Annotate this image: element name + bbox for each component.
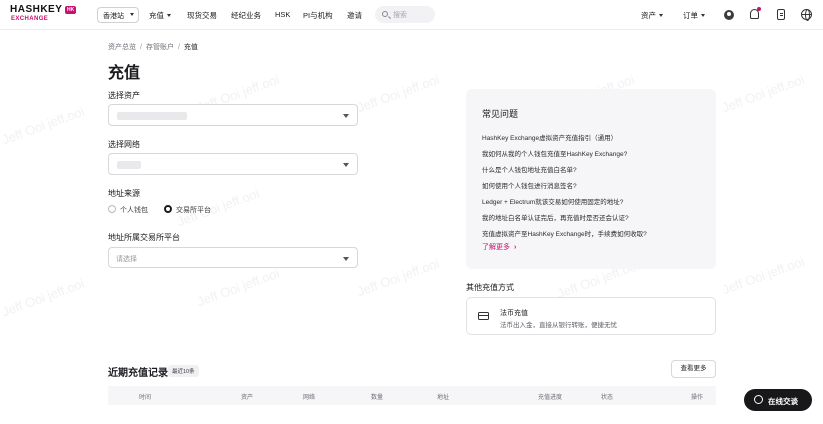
logo-badge: HK xyxy=(65,6,77,14)
top-navbar: HASHKEY EXCHANGE HK 香港站 充值 现货交易 经纪业务 HSK… xyxy=(0,0,823,30)
learn-more-link[interactable]: 了解更多 › xyxy=(482,242,516,252)
credit-card-icon xyxy=(478,312,489,320)
faq-item[interactable]: 如何使用个人钱包进行消息签名? xyxy=(482,180,577,190)
site-selector[interactable]: 香港站 xyxy=(97,7,139,23)
recent-deposits-title: 近期充值记录 xyxy=(108,368,168,379)
nav-assets-label: 资产 xyxy=(641,11,656,20)
watermark-7: Jeff Ooi jeff.ooi xyxy=(0,275,87,320)
nav-assets[interactable]: 资产 xyxy=(641,10,663,21)
radio-exchange-platform-label: 交易所平台 xyxy=(176,207,211,214)
radio-personal-wallet[interactable]: 个人钱包 xyxy=(108,205,148,215)
nav-institutions[interactable]: PI与机构 xyxy=(303,10,333,21)
network-select-value-blurred xyxy=(117,161,141,169)
document-icon[interactable] xyxy=(777,9,785,20)
radio-exchange-platform[interactable]: 交易所平台 xyxy=(164,205,211,215)
fiat-deposit-card[interactable]: 法币充值 法币出入金，直接从银行转账，便捷无忧 xyxy=(466,297,716,335)
fiat-deposit-description: 法币出入金，直接从银行转账，便捷无忧 xyxy=(500,322,617,329)
nav-brokerage[interactable]: 经纪业务 xyxy=(231,10,261,21)
user-avatar-icon[interactable] xyxy=(724,10,734,20)
breadcrumb-current: 充值 xyxy=(183,44,198,51)
nav-invite[interactable]: 邀请 xyxy=(347,10,362,21)
radio-checked-icon xyxy=(164,205,172,213)
chevron-right-icon: › xyxy=(513,244,517,251)
site-selector-label: 香港站 xyxy=(103,13,124,20)
recent-count-badge: 最近10条 xyxy=(168,365,199,377)
asset-select[interactable] xyxy=(108,104,358,126)
faq-title: 常见问题 xyxy=(482,109,519,119)
breadcrumb: 资产总览 / 存管账户 / 充值 xyxy=(108,42,198,52)
column-header-address: 地址 xyxy=(437,395,450,401)
logo-subtext: EXCHANGE xyxy=(11,16,49,22)
chat-bubble-icon xyxy=(754,395,763,404)
platform-label: 地址所属交易所平台 xyxy=(108,233,180,242)
learn-more-label: 了解更多 xyxy=(482,244,510,251)
column-header-action: 操作 xyxy=(691,395,704,401)
breadcrumb-custody-account[interactable]: 存管账户 xyxy=(146,44,174,51)
faq-item[interactable]: HashKey Exchange虚拟资产充值指引（通用） xyxy=(482,132,617,142)
search-icon xyxy=(382,11,388,17)
radio-personal-wallet-label: 个人钱包 xyxy=(120,207,148,214)
faq-item[interactable]: 我如何从我的个人钱包充值至HashKey Exchange? xyxy=(482,148,627,158)
view-more-button[interactable]: 查看更多 xyxy=(671,360,716,378)
nav-deposit-label: 充值 xyxy=(149,11,164,20)
faq-item[interactable]: Ledger + Electrum就该交易如何使用固定的地址? xyxy=(482,196,623,206)
nav-hsk[interactable]: HSK xyxy=(275,10,290,19)
globe-icon[interactable] xyxy=(801,9,812,21)
notification-dot xyxy=(757,7,761,11)
faq-item[interactable]: 我的地址白名单认证完后，再充值时是否还会认证? xyxy=(482,212,629,222)
column-header-progress: 充值进度 xyxy=(538,395,563,401)
watermark-5: Jeff Ooi jeff.ooi xyxy=(720,71,807,116)
platform-select-placeholder: 请选择 xyxy=(116,256,137,263)
nav-spot-trading[interactable]: 现货交易 xyxy=(187,10,217,21)
faq-item[interactable]: 什么是个人钱包地址充值白名单? xyxy=(482,164,577,174)
faq-panel: 常见问题 HashKey Exchange虚拟资产充值指引（通用） 我如何从我的… xyxy=(466,89,716,269)
records-table-header: 时间 资产 网络 数量 地址 充值进度 状态 操作 xyxy=(108,386,716,405)
breadcrumb-separator: / xyxy=(140,44,142,51)
online-chat-button[interactable]: 在线交谈 xyxy=(744,389,812,411)
nav-deposit[interactable]: 充值 xyxy=(149,10,171,21)
watermark-8: Jeff Ooi jeff.ooi xyxy=(195,265,282,310)
search-input[interactable]: 搜索 xyxy=(375,6,435,23)
column-header-network: 网络 xyxy=(303,395,316,401)
chevron-down-icon xyxy=(701,14,705,17)
chevron-down-icon xyxy=(343,163,349,167)
column-header-time: 时间 xyxy=(139,395,152,401)
page-title: 充值 xyxy=(108,65,141,82)
search-placeholder: 搜索 xyxy=(393,12,407,19)
watermark-11: Jeff Ooi jeff.ooi xyxy=(720,253,807,298)
column-header-amount: 数量 xyxy=(371,395,384,401)
watermark-1: Jeff Ooi jeff.ooi xyxy=(0,103,87,148)
asset-select-value-blurred xyxy=(117,112,187,120)
nav-orders[interactable]: 订单 xyxy=(683,10,705,21)
breadcrumb-assets-overview[interactable]: 资产总览 xyxy=(108,44,136,51)
platform-select[interactable]: 请选择 xyxy=(108,247,358,268)
hashkey-logo[interactable]: HASHKEY EXCHANGE HK xyxy=(10,5,80,25)
faq-item[interactable]: 充值虚拟资产至HashKey Exchange时，手续费如何收取? xyxy=(482,228,647,238)
radio-unchecked-icon xyxy=(108,205,116,213)
network-select[interactable] xyxy=(108,153,358,175)
address-source-label: 地址来源 xyxy=(108,189,140,198)
chevron-down-icon xyxy=(659,14,663,17)
other-methods-title: 其他充值方式 xyxy=(466,283,514,292)
asset-label: 选择资产 xyxy=(108,91,140,100)
watermark-3: Jeff Ooi jeff.ooi xyxy=(355,71,442,116)
chevron-down-icon xyxy=(343,257,349,261)
network-label: 选择网络 xyxy=(108,140,140,149)
nav-orders-label: 订单 xyxy=(683,11,698,20)
column-header-asset: 资产 xyxy=(241,395,254,401)
fiat-deposit-name: 法币充值 xyxy=(500,310,528,317)
chevron-down-icon xyxy=(167,14,171,17)
chevron-down-icon xyxy=(130,13,134,16)
online-chat-label: 在线交谈 xyxy=(768,397,798,406)
watermark-9: Jeff Ooi jeff.ooi xyxy=(355,255,442,300)
column-header-status: 状态 xyxy=(601,395,614,401)
breadcrumb-separator: / xyxy=(177,44,180,51)
chevron-down-icon xyxy=(343,114,349,118)
